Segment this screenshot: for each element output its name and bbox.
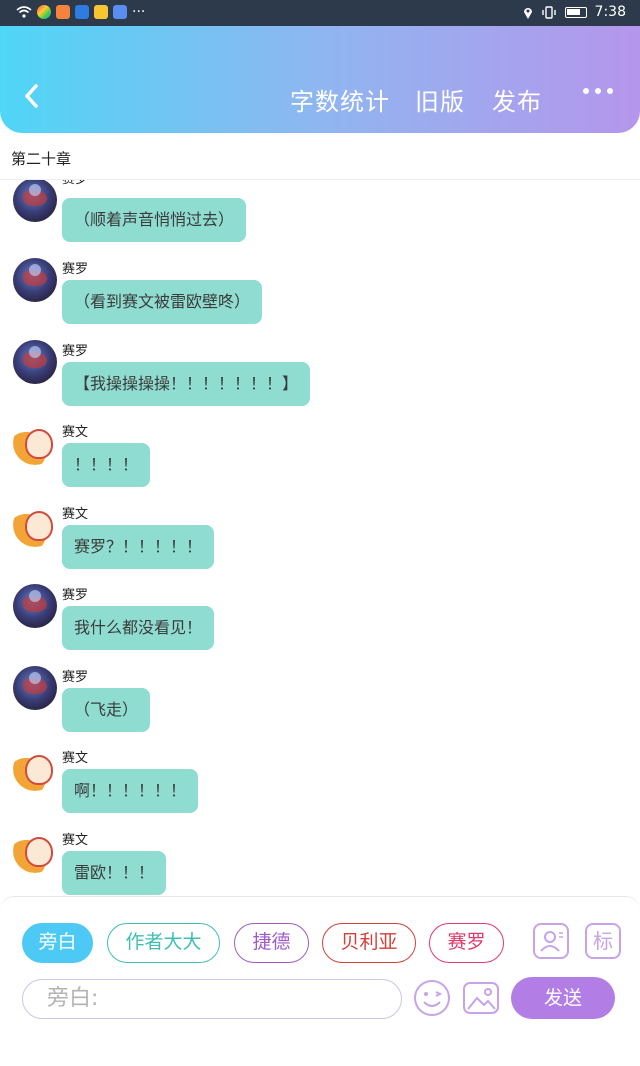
speaker-name: 赛文 xyxy=(62,833,89,848)
image-button[interactable] xyxy=(462,979,500,1017)
role-chip-author[interactable]: 作者大大 xyxy=(107,923,220,963)
message-bubble[interactable]: 赛罗？！！！！！ xyxy=(62,525,215,569)
app-icon-2 xyxy=(56,5,70,19)
back-button[interactable] xyxy=(18,76,48,116)
status-time: 7:38 xyxy=(594,4,626,20)
seven-avatar[interactable] xyxy=(13,829,57,873)
chevron-left-icon xyxy=(25,84,38,108)
contact-card-button[interactable] xyxy=(533,923,569,959)
chat-message[interactable]: 赛罗 （飞走） xyxy=(0,666,640,748)
speaker-name: 赛罗 xyxy=(62,588,89,603)
message-bubble[interactable]: 啊！！！！！！ xyxy=(62,769,199,813)
composer-panel: 旁白 作者大大 捷德 贝利亚 赛罗 标 旁白: 发送 xyxy=(0,896,640,1020)
message-bubble[interactable]: 我什么都没看见！ xyxy=(62,606,215,650)
role-chip-zero[interactable]: 赛罗 xyxy=(429,923,504,963)
message-bubble[interactable]: ！！！！ xyxy=(62,443,151,487)
speaker-name: 赛罗 xyxy=(62,344,89,359)
status-bar: ··· 7:38 xyxy=(0,0,640,26)
more-menu-button[interactable] xyxy=(578,80,618,102)
old-version-button[interactable]: 旧版 xyxy=(415,82,465,117)
image-icon xyxy=(463,982,499,1014)
publish-button[interactable]: 发布 xyxy=(492,82,542,117)
zero-avatar[interactable] xyxy=(13,258,57,302)
chat-message[interactable]: 赛罗 我什么都没看见！ xyxy=(0,584,640,666)
speaker-name: 赛文 xyxy=(62,507,89,522)
speaker-name: 赛罗 xyxy=(62,670,89,685)
chat-message[interactable]: 赛罗 【我操操操操！！！！！！！】 xyxy=(0,340,640,422)
seven-avatar[interactable] xyxy=(13,503,57,547)
mark-button[interactable]: 标 xyxy=(585,923,621,959)
app-icon-4 xyxy=(94,5,108,19)
speaker-name: 赛文 xyxy=(62,425,89,440)
chat-message[interactable]: 赛文 赛罗？！！！！！ xyxy=(0,503,640,585)
battery-icon xyxy=(564,6,587,18)
app-icon-1 xyxy=(37,5,51,19)
message-bubble[interactable]: 【我操操操操！！！！！！！】 xyxy=(62,362,311,406)
speaker-name: 赛文 xyxy=(62,751,89,766)
emoji-icon xyxy=(414,980,450,1016)
speaker-name: 赛罗 xyxy=(62,180,88,187)
location-icon xyxy=(523,7,532,19)
message-bubble[interactable]: （飞走） xyxy=(62,688,151,732)
zero-avatar[interactable] xyxy=(13,340,57,384)
chat-message[interactable]: 赛文 雷欧！！！ xyxy=(0,829,640,896)
more-notifications-icon: ··· xyxy=(132,4,146,20)
message-input[interactable]: 旁白: xyxy=(22,979,402,1019)
seven-avatar[interactable] xyxy=(13,747,57,791)
vibrate-icon xyxy=(541,5,556,19)
role-chip-geed[interactable]: 捷德 xyxy=(234,923,309,963)
chat-message[interactable]: 赛文 啊！！！！！！ xyxy=(0,747,640,829)
chat-message[interactable]: 赛罗 （顺着声音悄悄过去） xyxy=(0,180,640,254)
zero-avatar[interactable] xyxy=(13,584,57,628)
person-card-icon xyxy=(540,931,563,952)
speaker-name: 赛罗 xyxy=(62,262,89,277)
chapter-title[interactable]: 第二十章 xyxy=(11,148,71,169)
emoji-button[interactable] xyxy=(413,979,451,1017)
message-bubble[interactable]: （看到赛文被雷欧壁咚） xyxy=(62,280,263,324)
status-icons-left: ··· xyxy=(16,4,145,20)
wifi-icon xyxy=(16,6,32,18)
word-count-button[interactable]: 字数统计 xyxy=(290,82,390,117)
message-bubble[interactable]: （顺着声音悄悄过去） xyxy=(62,198,247,242)
chat-list[interactable]: 赛罗 （顺着声音悄悄过去） 赛罗 （看到赛文被雷欧壁咚） 赛罗 【我操操操操！！… xyxy=(0,180,640,896)
chapter-bar: 第二十章 xyxy=(0,142,640,180)
role-chip-belial[interactable]: 贝利亚 xyxy=(322,923,416,963)
send-button[interactable]: 发送 xyxy=(511,977,615,1019)
message-bubble[interactable]: 雷欧！！！ xyxy=(62,851,167,895)
more-dots-icon xyxy=(583,88,613,94)
chat-message[interactable]: 赛罗 （看到赛文被雷欧壁咚） xyxy=(0,258,640,340)
app-icon-3 xyxy=(75,5,89,19)
app-icon-5 xyxy=(113,5,127,19)
status-icons-right: 7:38 xyxy=(523,4,626,20)
header-bar: 字数统计 旧版 发布 xyxy=(0,26,640,133)
zero-avatar[interactable] xyxy=(13,666,57,710)
role-chip-narrator[interactable]: 旁白 xyxy=(22,923,93,963)
chat-message[interactable]: 赛文 ！！！！ xyxy=(0,421,640,503)
seven-avatar[interactable] xyxy=(13,421,57,465)
zero-avatar[interactable] xyxy=(13,180,57,222)
